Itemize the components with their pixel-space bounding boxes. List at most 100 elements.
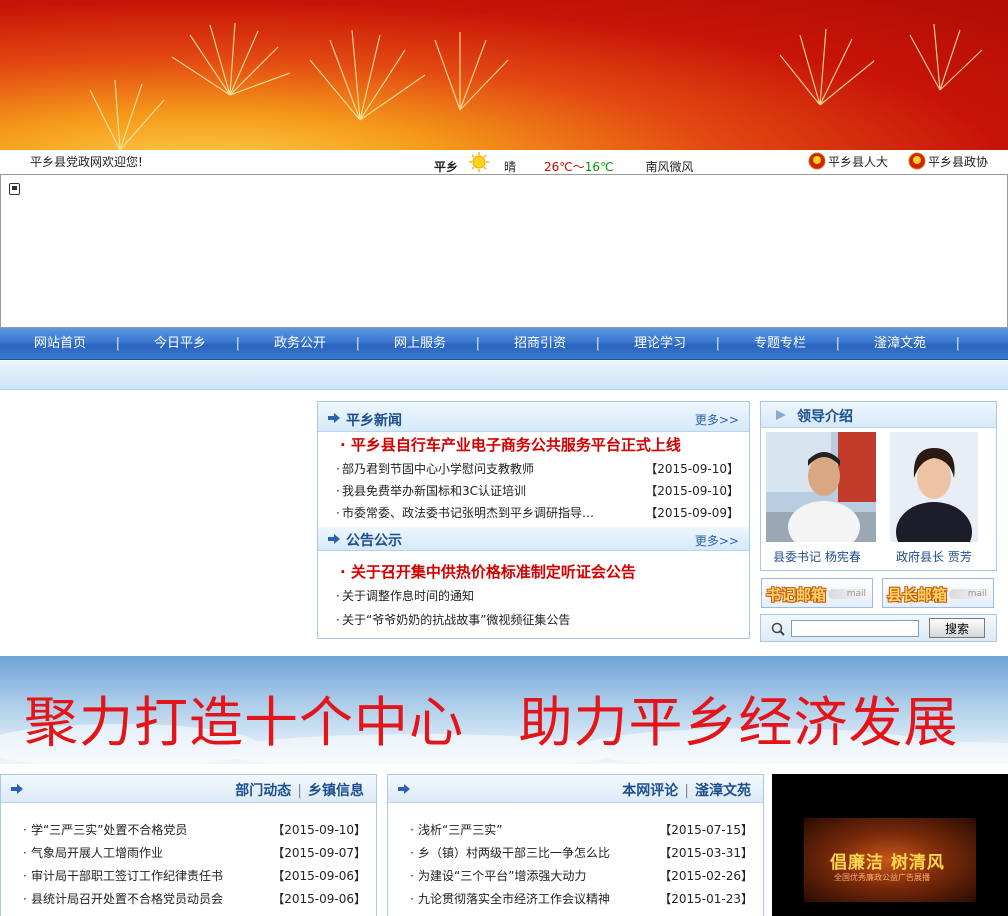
arrow-right-icon <box>328 534 340 544</box>
list-item-date: 【2015-09-10】 <box>272 823 366 837</box>
news-title: 平乡新闻 <box>346 413 402 429</box>
tab-separator: | <box>297 783 302 799</box>
list-item[interactable]: 关于“爷爷奶奶的抗战故事”微视频征集公告 <box>318 609 749 631</box>
flash-area[interactable] <box>0 174 1008 328</box>
leaders-title: 领导介绍 <box>797 409 853 425</box>
notice-header: 公告公示 更多>> <box>318 527 749 551</box>
list-item[interactable]: 市委常委、政法委书记张明杰到平乡调研指导… 【2015-09-09】 <box>318 502 749 524</box>
arrow-right-icon <box>398 784 410 794</box>
comment-header: 本网评论 | 滏漳文苑 <box>388 775 763 803</box>
list-item[interactable]: 气象局开展人工增雨作业 【2015-09-07】 <box>1 842 376 865</box>
info-bar: 平乡县党政网欢迎您! 平乡 晴 26℃～16℃ 南风微风 平乡县人大 平乡县政协 <box>0 150 1008 174</box>
leader-photo[interactable] <box>766 432 876 542</box>
nav-item-today[interactable]: 今日平乡 <box>120 328 240 360</box>
mailbox-label: 县长邮箱 <box>887 586 948 604</box>
notice-more-link[interactable]: 更多>> <box>695 532 739 549</box>
list-item-title: 学“三严三实”处置不合格党员 <box>31 823 188 837</box>
list-item[interactable]: 九论贯彻落实全市经济工作会议精神 【2015-01-23】 <box>388 888 763 911</box>
list-item[interactable]: 我县免费举办新国标和3C认证培训 【2015-09-10】 <box>318 480 749 502</box>
dept-panel: 部门动态 | 乡镇信息 学“三严三实”处置不合格党员 【2015-09-10】 气象局… <box>0 774 377 916</box>
list-item-title: 为建设“三个平台”增添强大动力 <box>418 869 587 883</box>
tab-dept-news[interactable]: 部门动态 <box>235 783 291 799</box>
nav-item-online-service[interactable]: 网上服务 <box>360 328 480 360</box>
list-item-title: 乡（镇）村两级干部三比一争怎么比 <box>418 846 611 860</box>
secretary-mailbox-button[interactable]: 书记邮箱 mail <box>761 578 873 608</box>
leader-portrait-image <box>766 432 876 542</box>
page: 平乡县党政网欢迎您! 平乡 晴 26℃～16℃ 南风微风 平乡县人大 平乡县政协… <box>0 0 1008 916</box>
list-item-title: 市委常委、政法委书记张明杰到平乡调研指导… <box>342 506 595 520</box>
news-headline[interactable]: · 平乡县自行车产业电子商务公共服务平台正式上线 <box>318 432 749 458</box>
list-item-title: 审计局干部职工签订工作纪律责任书 <box>31 869 224 883</box>
mail-icon: mail <box>949 589 989 599</box>
list-item-title: 气象局开展人工增雨作业 <box>31 846 164 860</box>
list-item[interactable]: 部乃君到节固中心小学慰问支教教师 【2015-09-10】 <box>318 458 749 480</box>
link-zhengxie[interactable]: 平乡县政协 <box>908 152 988 170</box>
news-more-link[interactable]: 更多>> <box>695 411 739 428</box>
list-item[interactable]: 浅析“三严三实” 【2015-07-15】 <box>388 819 763 842</box>
nav-item-home[interactable]: 网站首页 <box>0 328 120 360</box>
arrow-right-icon <box>11 784 23 794</box>
plugin-icon <box>9 183 20 195</box>
list-item-title: 县统计局召开处置不合格党员动员会 <box>31 892 224 906</box>
tab-comments[interactable]: 本网评论 <box>622 783 678 799</box>
list-item-date: 【2015-09-10】 <box>645 484 739 498</box>
list-item[interactable]: 县统计局召开处置不合格党员动员会 【2015-09-06】 <box>1 888 376 911</box>
weather-temperature: 26℃～16℃ <box>544 158 614 175</box>
leader-portrait-image <box>890 432 978 542</box>
comment-panel: 本网评论 | 滏漳文苑 浅析“三严三实” 【2015-07-15】 乡（镇）村两级干部… <box>387 774 764 916</box>
weather-wind: 南风微风 <box>645 159 694 174</box>
nav-item-literature[interactable]: 滏漳文苑 <box>840 328 960 360</box>
list-item[interactable]: 关于调整作息时间的通知 <box>318 585 749 607</box>
emblem-icon <box>908 152 926 170</box>
welcome-text: 平乡县党政网欢迎您! <box>30 155 143 169</box>
fireworks-decoration <box>89 22 983 150</box>
list-item[interactable]: 学“三严三实”处置不合格党员 【2015-09-10】 <box>1 819 376 842</box>
notice-title: 公告公示 <box>346 533 402 549</box>
tab-literature[interactable]: 滏漳文苑 <box>695 783 751 799</box>
notice-headline[interactable]: · 关于召开集中供热价格标准制定听证会公告 <box>318 559 749 585</box>
temp-low: 16℃ <box>584 159 614 174</box>
slogan-banner: 聚力打造十个中心 助力平乡经济发展 <box>0 656 1008 764</box>
tab-separator: | <box>684 783 689 799</box>
nav-item-investment[interactable]: 招商引资 <box>480 328 600 360</box>
search-icon <box>771 622 785 636</box>
list-item-title: 部乃君到节固中心小学慰问支教教师 <box>342 462 535 476</box>
temp-high: 26℃ <box>544 159 573 174</box>
list-item-title: 关于“爷爷奶奶的抗战故事”微视频征集公告 <box>342 613 571 627</box>
county-mayor-mailbox-button[interactable]: 县长邮箱 mail <box>882 578 994 608</box>
arrow-right-icon <box>328 413 340 423</box>
news-panel: 平乡新闻 更多>> · 平乡县自行车产业电子商务公共服务平台正式上线 部乃君到节… <box>317 401 750 639</box>
video-player[interactable]: 倡廉洁 树清风 全国优秀廉政公益广告展播 <box>772 774 1008 916</box>
emblem-icon <box>808 152 826 170</box>
list-item[interactable]: 乡（镇）村两级干部三比一争怎么比 【2015-03-31】 <box>388 842 763 865</box>
comment-tabs: 本网评论 | 滏漳文苑 <box>622 780 751 800</box>
list-item-date: 【2015-09-07】 <box>272 846 366 860</box>
dept-header: 部门动态 | 乡镇信息 <box>1 775 376 803</box>
video-title: 倡廉洁 树清风 <box>830 853 945 873</box>
list-item-date: 【2015-09-10】 <box>645 462 739 476</box>
list-item[interactable]: 审计局干部职工签订工作纪律责任书 【2015-09-06】 <box>1 865 376 888</box>
nav-item-special[interactable]: 专题专栏 <box>720 328 840 360</box>
list-item-date: 【2015-09-09】 <box>645 506 739 520</box>
list-item-date: 【2015-03-31】 <box>659 846 753 860</box>
list-item-title: 关于调整作息时间的通知 <box>342 589 475 603</box>
link-renda[interactable]: 平乡县人大 <box>808 152 888 170</box>
list-item-date: 【2015-02-26】 <box>659 869 753 883</box>
leader-photo[interactable] <box>890 432 978 542</box>
arrow-right-icon <box>776 410 786 420</box>
news-header: 平乡新闻 更多>> <box>318 402 749 432</box>
nav-item-theory[interactable]: 理论学习 <box>600 328 720 360</box>
weather-condition: 晴 <box>504 159 517 174</box>
list-item[interactable]: 为建设“三个平台”增添强大动力 【2015-02-26】 <box>388 865 763 888</box>
tab-town-info[interactable]: 乡镇信息 <box>308 783 364 799</box>
weather-city: 平乡 <box>434 159 459 174</box>
mail-icon: mail <box>828 589 868 599</box>
search-button[interactable]: 搜索 <box>929 618 985 638</box>
video-subtitle: 全国优秀廉政公益广告展播 <box>834 873 930 882</box>
slogan-text: 聚力打造十个中心 助力平乡经济发展 <box>24 691 959 754</box>
search-input[interactable] <box>791 620 919 637</box>
nav-item-gov-affairs[interactable]: 政务公开 <box>240 328 360 360</box>
link-zhengxie-label: 平乡县政协 <box>928 154 989 169</box>
leader-caption: 政府县长 贾芳 <box>896 550 972 564</box>
list-item-title: 我县免费举办新国标和3C认证培训 <box>342 484 527 498</box>
